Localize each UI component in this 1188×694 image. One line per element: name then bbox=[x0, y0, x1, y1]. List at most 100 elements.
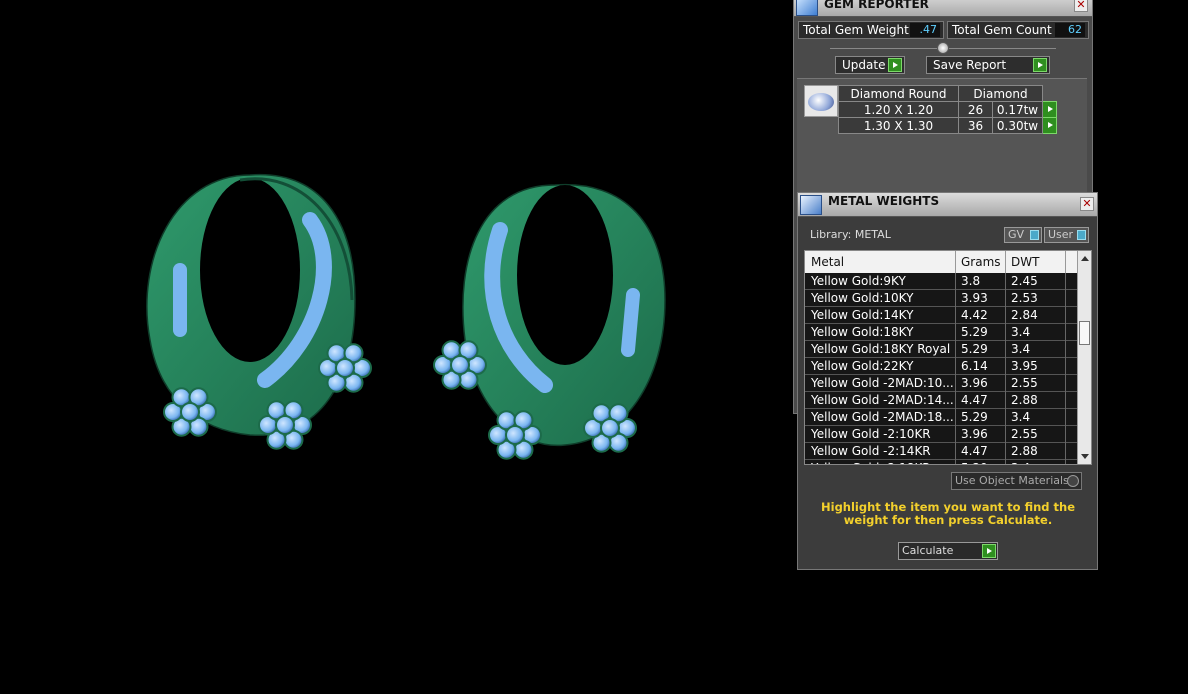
metal-row[interactable]: Yellow Gold -2:10KR 3.96 2.55 bbox=[805, 426, 1077, 443]
left-earring bbox=[146, 173, 372, 450]
gem-slider-thumb[interactable] bbox=[937, 42, 949, 54]
metal-row[interactable]: Yellow Gold -2MAD:18... 5.29 3.4 bbox=[805, 409, 1077, 426]
metal-row[interactable]: Yellow Gold:9KY 3.8 2.45 bbox=[805, 273, 1077, 290]
metal-list[interactable]: Metal Grams DWT Yellow Gold:9KY 3.8 2.45 Ye… bbox=[804, 250, 1092, 465]
play-arrow-icon[interactable] bbox=[1042, 101, 1057, 118]
metal-cell-metal: Yellow Gold -2MAD:18... bbox=[811, 410, 954, 424]
gem-size: 1.20 X 1.20 bbox=[838, 101, 959, 118]
metal-cell-metal: Yellow Gold:14KY bbox=[811, 308, 914, 322]
metal-row[interactable]: Yellow Gold:18KY Royal 5.29 3.4 bbox=[805, 341, 1077, 358]
metal-cell-grams: 4.47 bbox=[961, 393, 988, 407]
metal-cell-dwt: 2.53 bbox=[1011, 291, 1038, 305]
scroll-thumb[interactable] bbox=[1079, 321, 1090, 345]
use-object-materials-label: Use Object Materials bbox=[955, 474, 1069, 487]
calculate-label: Calculate bbox=[902, 544, 954, 557]
metal-row[interactable]: Yellow Gold -2:14KR 4.47 2.88 bbox=[805, 443, 1077, 460]
metal-cell-grams: 3.96 bbox=[961, 427, 988, 441]
metal-cell-grams: 5.29 bbox=[961, 410, 988, 424]
use-object-materials-toggle[interactable]: Use Object Materials bbox=[951, 472, 1082, 490]
metal-cell-dwt: 3.4 bbox=[1011, 342, 1031, 356]
user-label: User bbox=[1048, 228, 1074, 241]
metal-cell-grams: 6.14 bbox=[961, 359, 988, 373]
diamond-round-icon bbox=[804, 85, 838, 117]
total-gem-weight-label: Total Gem Weight bbox=[803, 23, 909, 37]
gem-table-header-type: Diamond bbox=[958, 85, 1043, 102]
gem-table-row[interactable]: 1.20 X 1.20 26 0.17tw bbox=[838, 101, 1057, 118]
update-label: Update bbox=[842, 58, 886, 72]
metal-cell-grams: 3.93 bbox=[961, 291, 988, 305]
metal-cell-metal: Yellow Gold:22KY bbox=[811, 359, 914, 373]
metal-row[interactable]: Yellow Gold -2:18KR 5.29 3.4 bbox=[805, 460, 1077, 464]
metal-row[interactable]: Yellow Gold:22KY 6.14 3.95 bbox=[805, 358, 1077, 375]
gem-reporter-title: GEM REPORTER bbox=[824, 0, 929, 11]
metal-row[interactable]: Yellow Gold:18KY 5.29 3.4 bbox=[805, 324, 1077, 341]
save-report-button[interactable]: Save Report bbox=[926, 56, 1050, 74]
metal-cell-metal: Yellow Gold:18KY Royal bbox=[811, 342, 951, 356]
close-icon[interactable]: ✕ bbox=[1074, 0, 1088, 12]
gem-count: 36 bbox=[958, 117, 993, 134]
gem-table-row[interactable]: 1.30 X 1.30 36 0.30tw bbox=[838, 117, 1057, 134]
metal-cell-metal: Yellow Gold -2MAD:10... bbox=[811, 376, 954, 390]
scroll-down-icon[interactable] bbox=[1081, 454, 1089, 459]
metal-cell-grams: 4.42 bbox=[961, 308, 988, 322]
metal-cell-dwt: 2.88 bbox=[1011, 444, 1038, 458]
play-arrow-icon bbox=[1033, 58, 1047, 72]
metal-cell-metal: Yellow Gold:9KY bbox=[811, 274, 906, 288]
gem-reporter-titlebar[interactable]: GEM REPORTER ✕ bbox=[794, 0, 1092, 17]
metal-weights-titlebar[interactable]: METAL WEIGHTS ✕ bbox=[798, 193, 1097, 217]
metal-cell-grams: 5.29 bbox=[961, 461, 1007, 464]
toggle-radio-icon bbox=[1067, 475, 1079, 487]
metal-cell-dwt: 2.84 bbox=[1011, 308, 1038, 322]
metal-cell-grams: 4.47 bbox=[961, 444, 988, 458]
earring-model[interactable] bbox=[0, 0, 790, 694]
gv-toggle[interactable]: GV bbox=[1004, 227, 1042, 243]
metal-row[interactable]: Yellow Gold:10KY 3.93 2.53 bbox=[805, 290, 1077, 307]
total-gem-count-label: Total Gem Count bbox=[952, 23, 1052, 37]
column-header-grams[interactable]: Grams bbox=[961, 255, 1001, 269]
calculate-button[interactable]: Calculate bbox=[898, 542, 998, 560]
metal-cell-metal: Yellow Gold -2MAD:14... bbox=[811, 393, 954, 407]
total-gem-count-value: 62 bbox=[1055, 23, 1085, 37]
metal-cell-grams: 5.29 bbox=[961, 325, 988, 339]
metal-cell-dwt: 3.4 bbox=[1011, 410, 1031, 424]
metal-cell-dwt: 2.55 bbox=[1011, 376, 1038, 390]
play-arrow-icon[interactable] bbox=[1042, 117, 1057, 134]
metal-cell-metal: Yellow Gold -2:18KR bbox=[811, 461, 955, 464]
calculate-hint: Highlight the item you want to find the … bbox=[821, 500, 1075, 527]
gem-size: 1.30 X 1.30 bbox=[838, 117, 959, 134]
metal-weights-panel: METAL WEIGHTS ✕ Library: METAL GV User M… bbox=[797, 192, 1098, 570]
metal-cell-metal: Yellow Gold -2:10KR bbox=[811, 427, 931, 441]
gem-table: Diamond Round Diamond 1.20 X 1.20 26 0.1… bbox=[838, 85, 1057, 134]
column-header-metal[interactable]: Metal bbox=[811, 255, 844, 269]
gem-weight: 0.17tw bbox=[992, 101, 1043, 118]
total-gem-weight-value: .47 bbox=[910, 23, 940, 37]
save-report-label: Save Report bbox=[933, 58, 1007, 72]
gv-label: GV bbox=[1008, 228, 1025, 241]
play-arrow-icon bbox=[982, 544, 996, 558]
scroll-up-icon[interactable] bbox=[1081, 256, 1089, 261]
metal-row[interactable]: Yellow Gold -2MAD:14... 4.47 2.88 bbox=[805, 392, 1077, 409]
metal-row[interactable]: Yellow Gold -2MAD:10... 3.96 2.55 bbox=[805, 375, 1077, 392]
column-header-dwt[interactable]: DWT bbox=[1011, 255, 1039, 269]
gem-weight: 0.30tw bbox=[992, 117, 1043, 134]
toggle-knob-icon bbox=[1077, 230, 1086, 240]
total-gem-count: Total Gem Count 62 bbox=[947, 21, 1089, 39]
metal-cell-dwt: 3.4 bbox=[1011, 325, 1031, 339]
metal-cell-metal: Yellow Gold:18KY bbox=[811, 325, 914, 339]
metal-cell-dwt: 2.55 bbox=[1011, 427, 1038, 441]
toggle-knob-icon bbox=[1030, 230, 1039, 240]
user-toggle[interactable]: User bbox=[1044, 227, 1089, 243]
close-icon[interactable]: ✕ bbox=[1080, 197, 1094, 211]
update-button[interactable]: Update bbox=[835, 56, 905, 74]
metal-list-header: Metal Grams DWT bbox=[805, 251, 1077, 273]
metal-row[interactable]: Yellow Gold:14KY 4.42 2.84 bbox=[805, 307, 1077, 324]
scale-icon bbox=[800, 195, 822, 215]
metal-list-scrollbar[interactable] bbox=[1077, 251, 1091, 464]
metal-cell-dwt: 2.88 bbox=[1011, 393, 1038, 407]
metal-cell-metal: Yellow Gold -2:14KR bbox=[811, 444, 931, 458]
play-arrow-icon bbox=[888, 58, 902, 72]
gem-reporter-icon bbox=[796, 0, 818, 16]
library-label: Library: METAL bbox=[810, 228, 891, 241]
metal-cell-dwt: 2.45 bbox=[1011, 274, 1038, 288]
total-gem-weight: Total Gem Weight .47 bbox=[798, 21, 944, 39]
